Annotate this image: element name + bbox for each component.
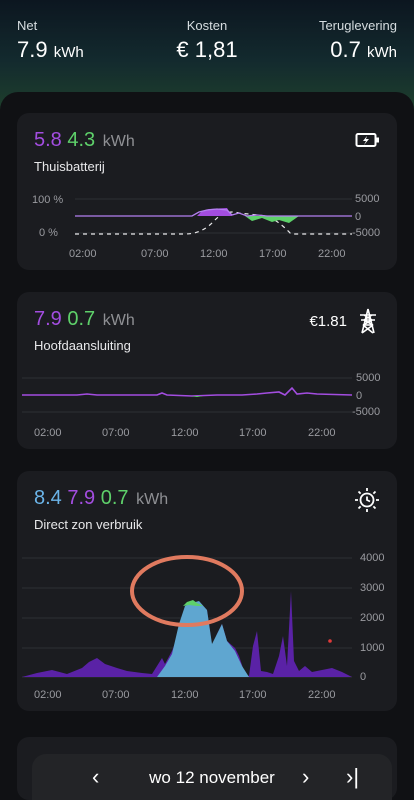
grid-import-line — [22, 386, 353, 397]
x-tick-4: 22:00 — [308, 689, 336, 701]
current-date[interactable]: wo 12 november — [32, 768, 392, 788]
last-day-button[interactable]: ›| — [346, 764, 359, 790]
battery-title: Thuisbatterij — [34, 159, 105, 174]
y-tick-left-1: 0 % — [39, 227, 58, 239]
x-tick-2: 12:00 — [200, 248, 228, 260]
x-tick-0: 02:00 — [34, 427, 62, 439]
x-tick-3: 17:00 — [259, 248, 287, 260]
x-tick-4: 22:00 — [308, 427, 336, 439]
x-tick-0: 02:00 — [69, 248, 97, 260]
battery-charging-icon — [355, 133, 379, 147]
marker-point — [328, 639, 332, 643]
direct-solar-area — [157, 601, 249, 677]
y-tick-right-1: 3000 — [360, 582, 384, 594]
solar-card[interactable]: 8.4 7.9 0.7 kWh Direct zon verbruik 4000… — [17, 471, 397, 711]
date-navigation: ‹ wo 12 november › ›| — [32, 754, 392, 800]
battery-chart: 100 % 0 % 5000 0 -5000 02:00 07:00 12:00… — [32, 193, 380, 260]
y-tick-right-0: 5000 — [355, 193, 379, 205]
x-tick-2: 12:00 — [171, 427, 199, 439]
grid-card[interactable]: 7.9 0.7 kWh Hoofdaansluiting €1.81 5000 … — [17, 292, 397, 449]
x-tick-4: 22:00 — [318, 248, 346, 260]
y-tick-right-0: 5000 — [356, 372, 380, 384]
sun-clock-icon — [355, 488, 379, 512]
x-tick-3: 17:00 — [239, 427, 267, 439]
grid-values: 7.9 0.7 kWh — [34, 308, 135, 330]
y-tick-right-2: -5000 — [352, 227, 380, 239]
y-tick-right-2: 2000 — [360, 612, 384, 624]
battery-card[interactable]: 5.8 4.3 kWh Thuisbatterij 100 % 0 % 5000… — [17, 113, 397, 270]
y-tick-right-4: 0 — [360, 671, 366, 683]
feedin-stat: Teruglevering 0.7 kWh — [319, 18, 397, 63]
y-tick-right-1: 0 — [355, 211, 361, 223]
y-tick-right-2: -5000 — [352, 406, 380, 418]
x-tick-2: 12:00 — [171, 689, 199, 701]
x-tick-1: 07:00 — [141, 248, 169, 260]
next-day-button[interactable]: › — [302, 764, 309, 790]
grid-cost: €1.81 — [309, 313, 347, 330]
x-tick-1: 07:00 — [102, 427, 130, 439]
battery-values: 5.8 4.3 kWh — [34, 129, 135, 151]
grid-chart: 5000 0 -5000 02:00 07:00 12:00 17:00 22:… — [22, 372, 380, 439]
feedin-value: 0.7 kWh — [330, 37, 397, 62]
x-tick-1: 07:00 — [102, 689, 130, 701]
solar-values: 8.4 7.9 0.7 kWh — [34, 487, 169, 509]
feedin-label: Teruglevering — [318, 18, 397, 33]
x-tick-0: 02:00 — [34, 689, 62, 701]
solar-chart: 4000 3000 2000 1000 0 02:00 07:00 12:00 … — [22, 552, 384, 701]
y-tick-right-1: 0 — [356, 390, 362, 402]
y-tick-right-0: 4000 — [360, 552, 384, 564]
battery-discharge-area — [245, 216, 299, 223]
y-tick-right-3: 1000 — [360, 642, 384, 654]
y-tick-left-0: 100 % — [32, 194, 63, 206]
power-pylon-icon — [360, 308, 376, 334]
x-tick-3: 17:00 — [239, 689, 267, 701]
solar-title: Direct zon verbruik — [34, 517, 143, 532]
grid-title: Hoofdaansluiting — [34, 338, 131, 353]
